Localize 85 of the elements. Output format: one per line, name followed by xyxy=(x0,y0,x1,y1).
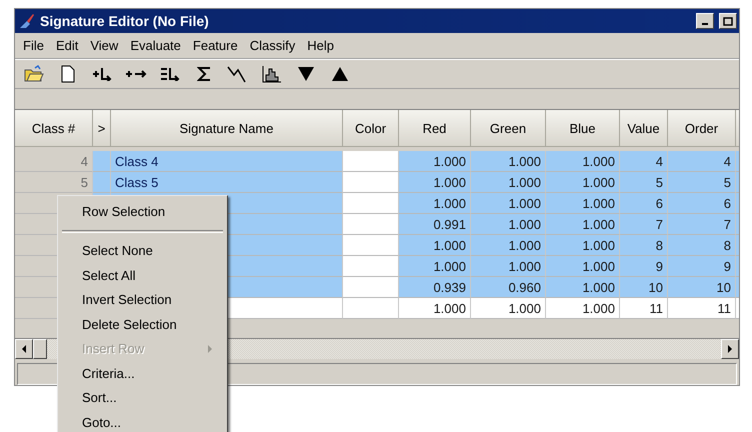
window-title: Signature Editor (No File) xyxy=(40,13,210,29)
menu-item[interactable]: Feature xyxy=(186,36,244,55)
class-number-cell: 4 xyxy=(15,151,93,172)
numeric-cell: 8 xyxy=(620,235,668,256)
numeric-cell: 10 xyxy=(668,277,736,298)
numeric-cell: 0.939 xyxy=(399,277,471,298)
color-swatch-cell xyxy=(343,172,399,193)
numeric-cell: 1.000 xyxy=(546,214,620,235)
numeric-cell: 1.000 xyxy=(471,151,546,172)
numeric-cell: 5 xyxy=(620,172,668,193)
numeric-cell: 10 xyxy=(620,277,668,298)
numeric-cell: 1.000 xyxy=(471,235,546,256)
right-arrow-icon xyxy=(727,345,733,353)
column-header[interactable]: Blue xyxy=(546,110,620,147)
numeric-cell: 1.000 xyxy=(471,256,546,277)
color-swatch-cell xyxy=(343,214,399,235)
column-header[interactable]: Class # xyxy=(15,110,93,147)
numeric-cell: 9 xyxy=(668,256,736,277)
numeric-cell: 1.000 xyxy=(399,193,471,214)
menu-item[interactable]: Evaluate xyxy=(124,36,187,55)
maximize-button[interactable] xyxy=(719,13,737,29)
signature-name-cell: Class 4 xyxy=(111,151,343,172)
app-icon xyxy=(19,13,35,29)
numeric-cell: 1.000 xyxy=(471,214,546,235)
color-swatch-cell xyxy=(343,256,399,277)
table-row[interactable]: 5 Class 5 1.000 1.000 1.000 5 5 xyxy=(15,172,739,193)
column-header[interactable]: Signature Name xyxy=(111,110,343,147)
color-swatch-cell xyxy=(343,277,399,298)
numeric-cell: 1.000 xyxy=(546,235,620,256)
menu-item[interactable]: Classify xyxy=(244,36,302,55)
menu-option[interactable]: Criteria... xyxy=(58,361,227,386)
minimize-button[interactable] xyxy=(696,13,714,29)
column-header[interactable]: Value xyxy=(620,110,668,147)
scroll-left-button[interactable] xyxy=(15,339,33,359)
menu-item[interactable]: File xyxy=(17,36,50,55)
menu-option[interactable]: Goto... xyxy=(58,410,227,432)
numeric-cell: 1.000 xyxy=(399,172,471,193)
table-row[interactable]: 4 Class 4 1.000 1.000 1.000 4 4 xyxy=(15,151,739,172)
numeric-cell: 1.000 xyxy=(399,298,471,319)
menu-item[interactable]: Edit xyxy=(50,36,84,55)
column-header[interactable]: Green xyxy=(471,110,546,147)
menu-item[interactable]: View xyxy=(84,36,124,55)
numeric-cell: 5 xyxy=(668,172,736,193)
color-swatch-cell xyxy=(343,193,399,214)
numeric-cell: 1.000 xyxy=(546,172,620,193)
numeric-cell: 1.000 xyxy=(399,151,471,172)
color-swatch-cell xyxy=(343,151,399,172)
menu-option[interactable]: Sort... xyxy=(58,386,227,410)
maximize-icon xyxy=(723,16,733,26)
numeric-cell: 1.000 xyxy=(471,193,546,214)
numeric-cell: 0.960 xyxy=(471,277,546,298)
numeric-cell: 8 xyxy=(668,235,736,256)
numeric-cell: 11 xyxy=(620,298,668,319)
numeric-cell: 7 xyxy=(668,214,736,235)
numeric-cell: 6 xyxy=(668,193,736,214)
numeric-cell: 1.000 xyxy=(399,235,471,256)
numeric-cell: 1.000 xyxy=(546,151,620,172)
signature-name-cell: Class 5 xyxy=(111,172,343,193)
left-arrow-icon xyxy=(21,345,27,353)
histogram-icon[interactable] xyxy=(261,63,283,85)
numeric-cell: 7 xyxy=(620,214,668,235)
color-swatch-cell xyxy=(343,235,399,256)
numeric-cell: 4 xyxy=(620,151,668,172)
column-header[interactable]: Color xyxy=(343,110,399,147)
submenu-arrow-icon xyxy=(208,344,213,353)
numeric-cell: 4 xyxy=(668,151,736,172)
numeric-cell: 1.000 xyxy=(546,256,620,277)
numeric-cell: 1.000 xyxy=(471,298,546,319)
numeric-cell: 1.000 xyxy=(471,172,546,193)
numeric-cell: 0.991 xyxy=(399,214,471,235)
numeric-cell: 1.000 xyxy=(546,277,620,298)
column-header[interactable]: Red xyxy=(399,110,471,147)
numeric-cell: 1.000 xyxy=(546,298,620,319)
column-header[interactable]: > xyxy=(93,110,111,147)
numeric-cell: 1.000 xyxy=(546,193,620,214)
numeric-cell: 11 xyxy=(668,298,736,319)
numeric-cell: 9 xyxy=(620,256,668,277)
numeric-cell: 1.000 xyxy=(399,256,471,277)
numeric-cell: 6 xyxy=(620,193,668,214)
scroll-right-button[interactable] xyxy=(721,339,739,359)
menu-item[interactable]: Help xyxy=(301,36,340,55)
scroll-thumb[interactable] xyxy=(33,339,47,359)
class-number-cell: 5 xyxy=(15,172,93,193)
color-swatch-cell xyxy=(343,298,399,319)
column-header[interactable]: Order xyxy=(668,110,736,147)
